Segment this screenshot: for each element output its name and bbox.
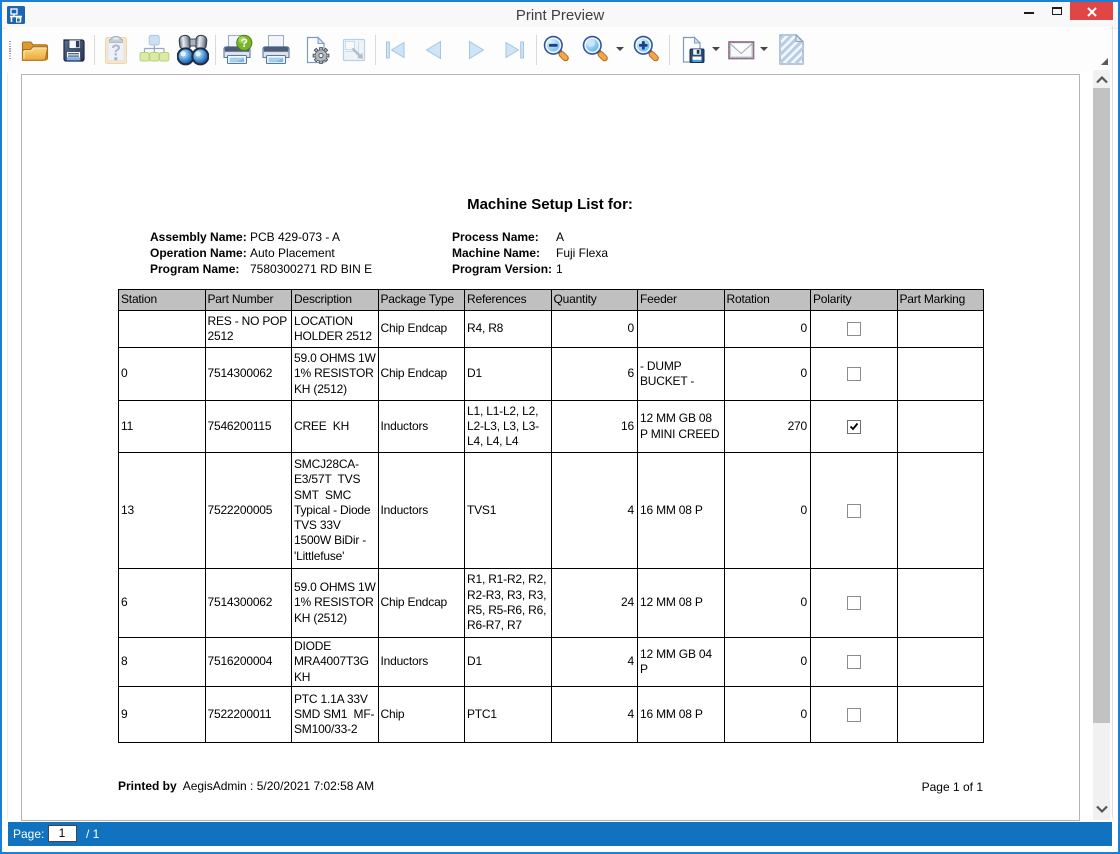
svg-text:?: ? [241,36,248,50]
svg-text:?: ? [111,43,121,60]
